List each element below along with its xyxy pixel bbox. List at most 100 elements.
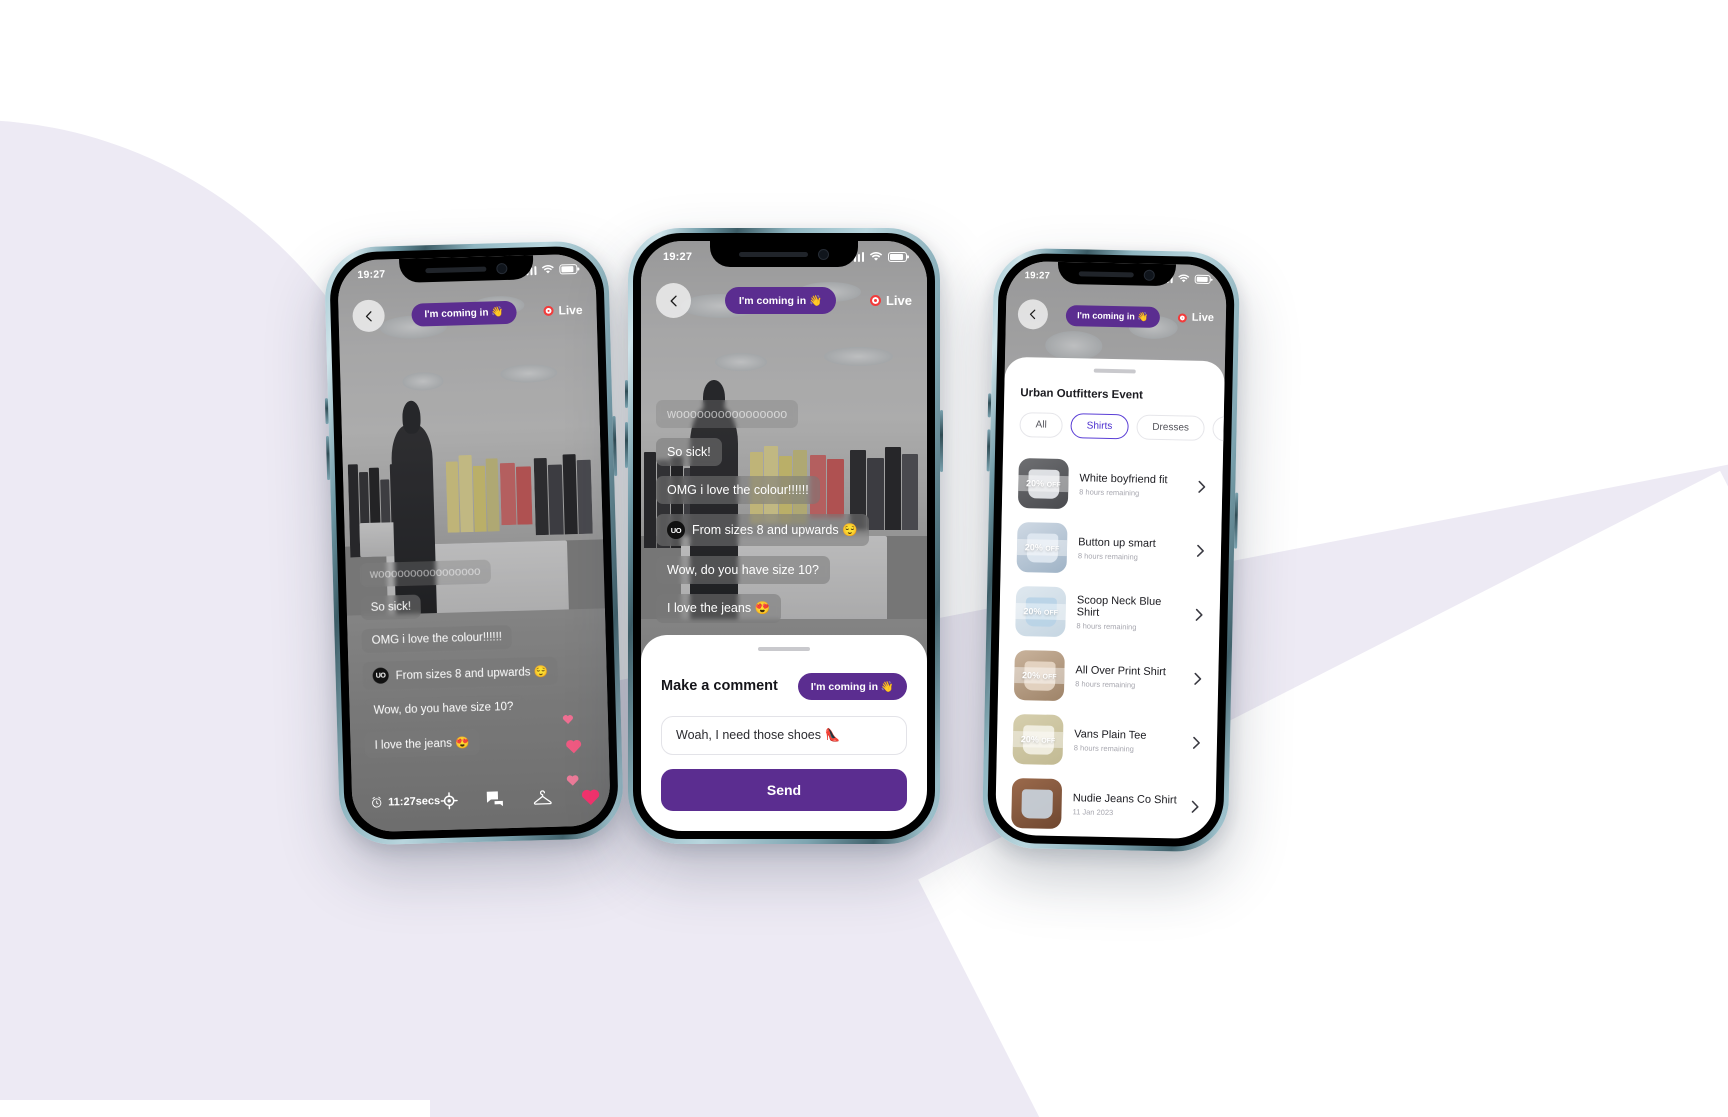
volume-up-button[interactable]	[987, 393, 992, 418]
product-list: 20% OFF White boyfriend fit 8 hours remain…	[995, 450, 1223, 839]
live-header: I'm coming in 👋 Live	[1006, 299, 1227, 334]
floating-heart-icon	[565, 773, 579, 786]
chat-message: UO From sizes 8 and upwards 😌	[362, 656, 559, 691]
chevron-right-icon[interactable]	[1193, 671, 1202, 685]
drag-handle-icon[interactable]	[1093, 368, 1136, 373]
category-chip-trousers[interactable]: Trousers	[1212, 415, 1225, 443]
volume-up-button[interactable]	[625, 380, 628, 408]
coming-in-button[interactable]: I'm coming in 👋	[724, 287, 837, 314]
chat-message-text: From sizes 8 and upwards 😌	[395, 665, 549, 683]
coming-in-button[interactable]: I'm coming in 👋	[797, 672, 907, 700]
product-row[interactable]: 20% OFF Scoop Neck Blue Shirt 8 hours rema…	[1015, 579, 1204, 647]
sheet-title: Make a comment	[661, 678, 778, 695]
category-chip-shirts[interactable]: Shirts	[1070, 412, 1129, 439]
live-indicator: Live	[1177, 311, 1215, 325]
chat-message-text: woooooooooooooooo	[667, 407, 788, 421]
comment-input[interactable]: Woah, I need those shoes 👠	[661, 715, 907, 755]
battery-icon	[1194, 274, 1211, 284]
chat-avatar: UO	[372, 667, 389, 684]
status-time: 19:27	[663, 251, 693, 263]
discount-suffix: OFF	[1042, 673, 1057, 681]
volume-up-button[interactable]	[324, 398, 329, 425]
product-meta: All Over Print Shirt 8 hours remaining	[1075, 664, 1182, 690]
battery-icon	[888, 252, 907, 262]
back-button[interactable]	[1017, 299, 1049, 330]
chat-message-text: woooooooooooooooo	[369, 565, 481, 581]
phone-product-list: 19:27 I'm coming in 👋 Live Urban Outfitt…	[981, 247, 1241, 853]
back-arrow-icon	[670, 295, 677, 306]
chat-bubbles-icon[interactable]	[486, 790, 505, 808]
chat-message-text: So sick!	[370, 600, 412, 614]
chat-avatar: UO	[667, 521, 685, 539]
chevron-right-icon[interactable]	[1195, 607, 1204, 621]
product-row[interactable]: 20% OFF Vans Plain Tee 8 hours remaining	[1012, 706, 1201, 774]
product-subtitle: 8 hours remaining	[1073, 742, 1134, 754]
clothes-hanger-icon[interactable]	[533, 789, 552, 806]
chat-message: OMG i love the colour!!!!!!	[361, 624, 513, 654]
discount-badge: 20% OFF	[1018, 474, 1069, 492]
product-thumbnail: 20% OFF	[1012, 713, 1064, 765]
product-meta: Vans Plain Tee 8 hours remaining	[1074, 728, 1181, 754]
back-button[interactable]	[656, 283, 691, 318]
phone-notch	[399, 255, 534, 283]
discount-badge: 20% OFF	[1012, 730, 1064, 748]
product-meta: Button up smart 8 hours remaining	[1078, 536, 1185, 562]
category-filter-chips: All Shirts Dresses Trousers	[1003, 411, 1225, 443]
product-subtitle: 8 hours remaining	[1079, 486, 1140, 498]
product-subtitle: 8 hours remaining	[1075, 678, 1136, 690]
chevron-right-icon[interactable]	[1196, 543, 1205, 557]
stream-timer-label: 11:27secs	[388, 794, 441, 808]
products-sheet: Urban Outfitters Event All Shirts DressesT…	[995, 356, 1225, 840]
live-record-icon	[869, 295, 881, 306]
live-label: Live	[885, 293, 912, 308]
chat-message: woooooooooooooooo	[656, 400, 799, 428]
product-row[interactable]: Nudie Jeans Co Shirt 11 Jan 2023	[1011, 770, 1200, 838]
discount-suffix: OFF	[1046, 481, 1061, 489]
product-row[interactable]: 20% OFF Button up smart 8 hours remaining	[1016, 515, 1205, 583]
chat-message: woooooooooooooooo	[359, 559, 491, 588]
product-name: All Over Print Shirt	[1075, 663, 1167, 678]
coming-in-button[interactable]: I'm coming in 👋	[411, 300, 518, 327]
heart-icon[interactable]	[580, 787, 602, 807]
discount-badge: 20% OFF	[1014, 666, 1065, 684]
chevron-right-icon[interactable]	[1197, 479, 1206, 493]
power-button[interactable]	[940, 410, 943, 472]
live-indicator: Live	[543, 303, 583, 318]
drag-handle-icon[interactable]	[758, 647, 810, 651]
product-thumbnail	[1011, 777, 1063, 829]
live-record-icon	[543, 305, 554, 316]
product-subtitle: 8 hours remaining	[1076, 620, 1137, 632]
chat-message-text: I love the jeans 😍	[667, 601, 771, 615]
product-name: Button up smart	[1078, 535, 1156, 550]
product-row[interactable]: 20% OFF All Over Print Shirt 8 hours remai…	[1013, 643, 1203, 711]
wifi-icon	[541, 264, 554, 274]
live-indicator: Live	[869, 293, 912, 308]
back-button[interactable]	[352, 299, 386, 333]
power-button[interactable]	[1234, 492, 1239, 549]
discount-percent: 20%	[1024, 541, 1046, 553]
volume-down-button[interactable]	[986, 429, 991, 472]
product-meta: White boyfriend fit 8 hours remaining	[1079, 472, 1186, 498]
chat-message-text: OMG i love the colour!!!!!!	[667, 483, 809, 497]
chevron-right-icon[interactable]	[1192, 735, 1201, 749]
chat-message: Wow, do you have size 10?	[363, 694, 524, 724]
phone-notch	[710, 241, 858, 267]
chat-message-text: So sick!	[667, 445, 711, 459]
coming-in-button[interactable]: I'm coming in 👋	[1066, 304, 1160, 328]
phone-notch	[1057, 261, 1176, 287]
live-label: Live	[1191, 311, 1215, 325]
chevron-right-icon[interactable]	[1191, 799, 1200, 813]
product-thumbnail: 20% OFF	[1017, 457, 1069, 509]
category-chip-dresses[interactable]: Dresses	[1136, 414, 1206, 441]
volume-down-button[interactable]	[325, 436, 331, 481]
target-icon[interactable]	[440, 791, 458, 809]
product-row[interactable]: 20% OFF White boyfriend fit 8 hours remain…	[1017, 451, 1207, 519]
send-button[interactable]: Send	[661, 768, 907, 811]
phone-live-stream: 19:27 I'm coming in 👋 Live woooooooooooo…	[323, 240, 625, 846]
chat-message: So sick!	[656, 438, 722, 466]
status-time: 19:27	[1024, 270, 1051, 282]
volume-down-button[interactable]	[625, 422, 628, 468]
event-title: Urban Outfitters Event	[1020, 386, 1144, 402]
category-chip-all[interactable]: All	[1019, 411, 1063, 438]
power-button[interactable]	[612, 415, 618, 477]
